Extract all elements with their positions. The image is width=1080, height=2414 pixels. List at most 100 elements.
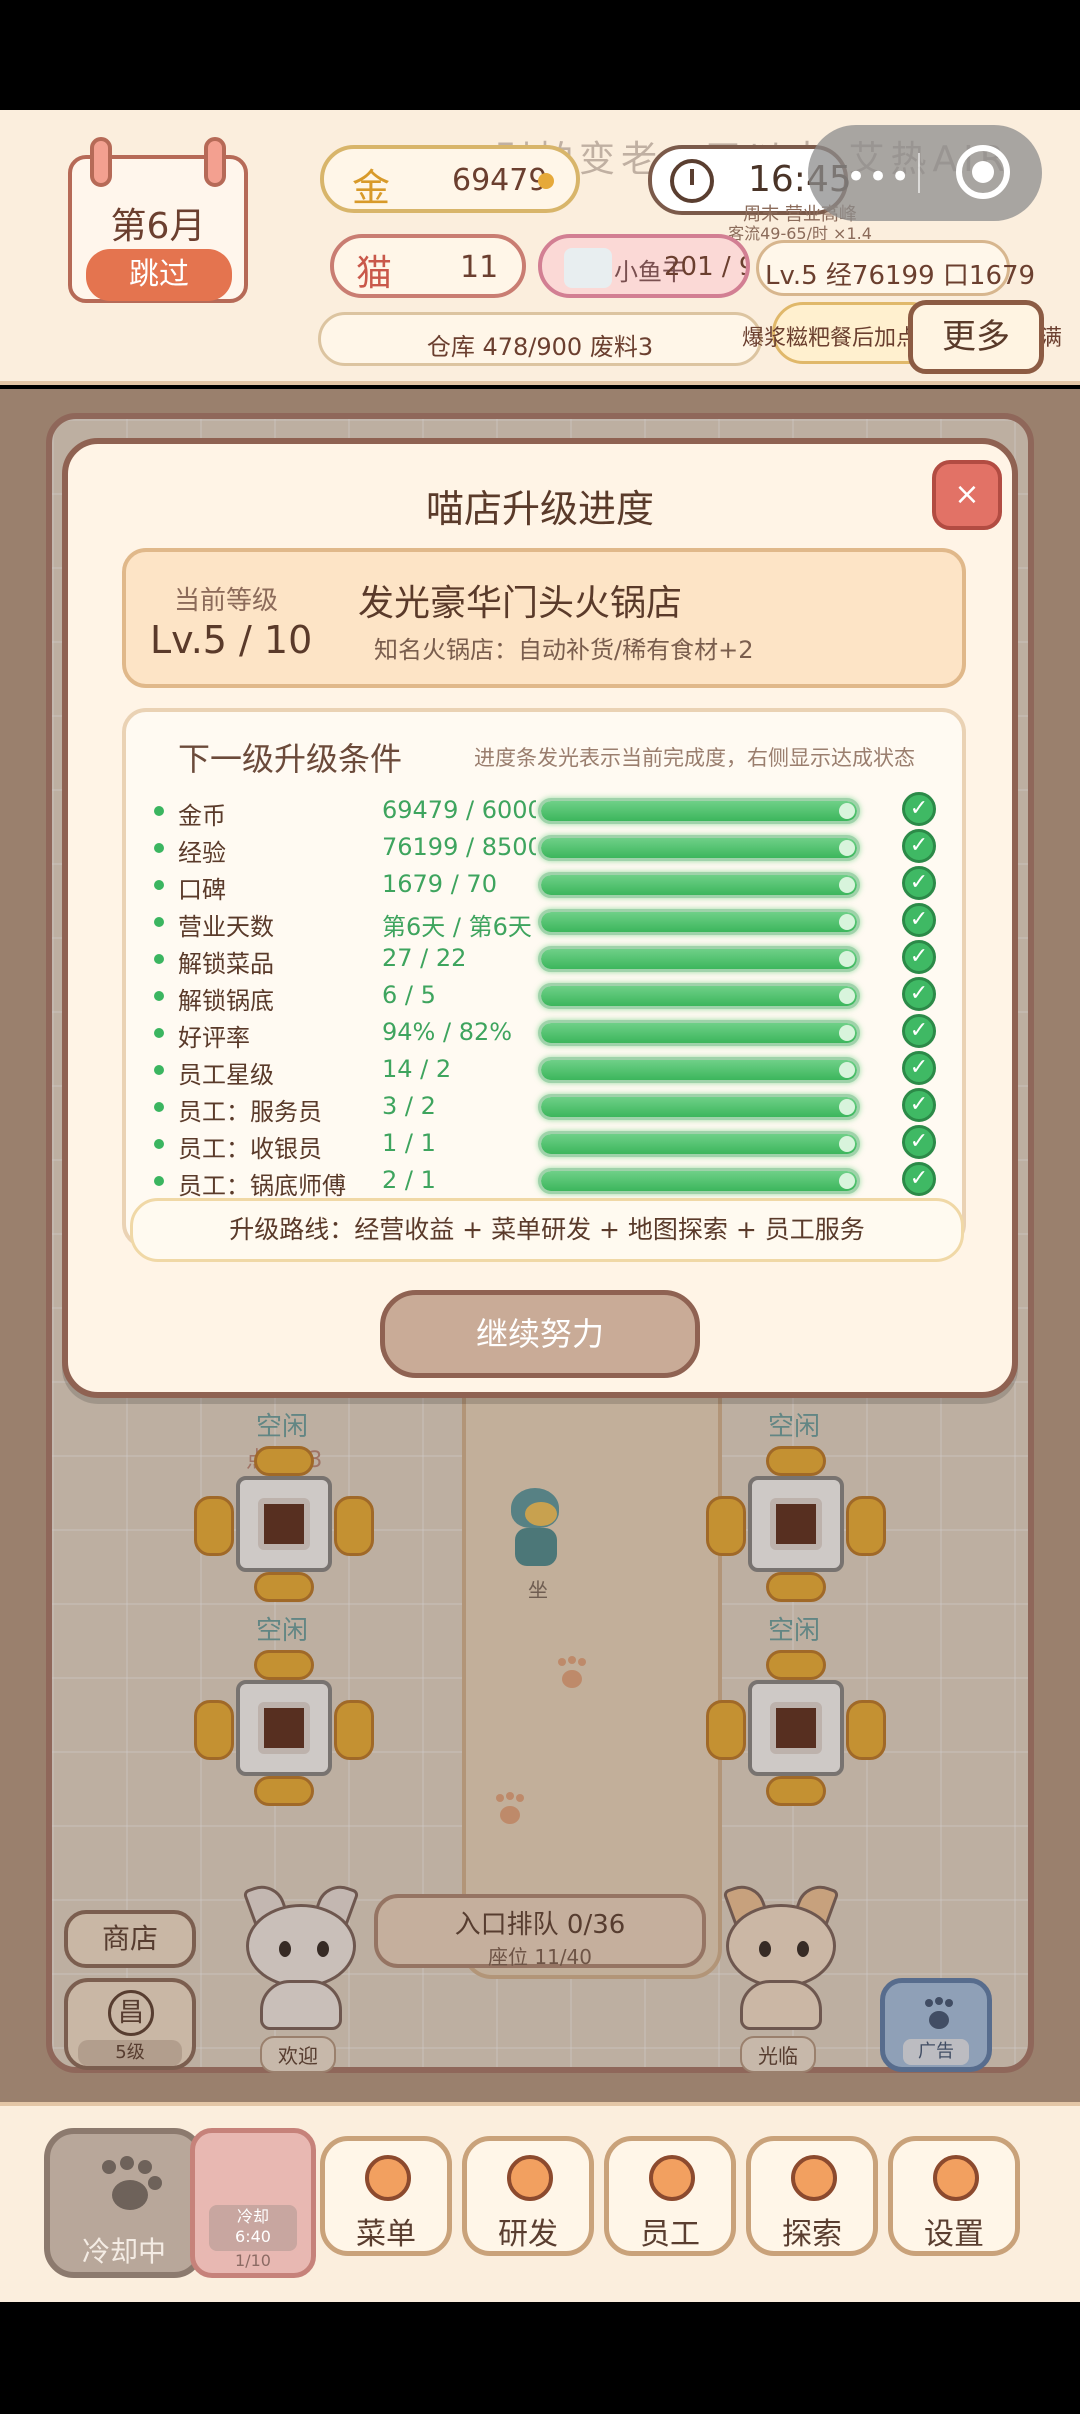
condition-value: 94% / 82% [382,1018,513,1046]
progress-knob [839,877,855,893]
level-stats: Lv.5 经76199 口1679 [756,240,1035,296]
promo-text: 爆浆糍粑餐后加点 [742,326,919,351]
progress-knob [839,1062,855,1078]
condition-progress-fill [541,1060,857,1080]
month-label: 第6月 [110,206,206,247]
condition-progress-bar [538,872,860,898]
staff-icon [649,2155,695,2201]
more-button[interactable]: 更多 [908,300,1044,374]
condition-value: 76199 / 8500 [382,833,536,861]
condition-value: 1679 / 70 [382,870,497,898]
condition-progress-bar [538,909,860,935]
cooldown-text: 冷却 [236,2207,269,2226]
storage-text: 仓库 478/900 废料3 [426,333,654,361]
bullet-icon [154,917,164,927]
nav-settings-button[interactable]: 设置 [888,2136,1020,2256]
nav-explore-button[interactable]: 探索 [746,2136,878,2256]
condition-name: 营业天数 [178,913,274,941]
condition-progress-fill [541,801,857,821]
current-level-label: 当前等级 [174,586,279,616]
upgrade-progress-modal: 喵店升级进度 × 当前等级 Lv.5 / 10 发光豪华门头火锅店 知名火锅店：… [62,438,1018,1398]
check-icon: ✓ [902,866,936,900]
close-miniapp-icon[interactable] [956,145,1010,199]
storage-bar: 仓库 478/900 废料3 [318,312,762,366]
condition-progress-bar [538,1168,860,1194]
check-icon: ✓ [902,792,936,826]
bullet-icon [154,843,164,853]
condition-value: 1 / 1 [382,1129,436,1157]
shop-description: 知名火锅店：自动补货/稀有食材+2 [374,636,754,664]
conditions-title: 下一级升级条件 [178,740,403,778]
current-level-value: Lv.5 / 10 [150,618,313,662]
check-icon: ✓ [902,1125,936,1159]
gold-value: 69479 [452,163,548,198]
condition-progress-bar [538,1020,860,1046]
cooldown-count: 1/10 [235,2251,271,2270]
level-stats-text: Lv.5 经76199 口1679 [765,261,1036,291]
nav-research-button[interactable]: 研发 [462,2136,594,2256]
condition-progress-bar [538,1094,860,1120]
cooldown-time: 6:40 [235,2227,271,2246]
nav-staff-button[interactable]: 员工 [604,2136,736,2256]
bullet-icon [154,1028,164,1038]
settings-icon [933,2155,979,2201]
fish-counter: 小鱼干 201 / 999 [538,234,750,298]
cat-cooldown-slot[interactable]: 冷却 6:40 1/10 [190,2128,316,2278]
condition-progress-fill [541,1134,857,1154]
skip-button[interactable]: 跳过 [86,249,232,301]
explore-icon [791,2155,837,2201]
shop-name: 发光豪华门头火锅店 [358,583,683,624]
condition-row: 经验 76199 / 8500 ✓ [126,829,962,867]
condition-row: 员工星级 14 / 2 ✓ [126,1051,962,1089]
conditions-list: 金币 69479 / 60000 ✓ 经验 76199 / 8500 ✓ 口碑 1679 / … [126,792,962,1237]
progress-knob [839,1099,855,1115]
progress-knob [839,914,855,930]
condition-row: 口碑 1679 / 70 ✓ [126,866,962,904]
miniapp-capsule[interactable]: ••• [808,125,1042,221]
condition-name: 解锁菜品 [178,950,274,978]
condition-progress-fill [541,1097,857,1117]
condition-progress-fill [541,1171,857,1191]
check-icon: ✓ [902,829,936,863]
condition-value: 2 / 1 [382,1166,436,1194]
condition-progress-fill [541,1023,857,1043]
close-button[interactable]: × [932,460,1002,530]
bullet-icon [154,1065,164,1075]
nav-menu-button[interactable]: 菜单 [320,2136,452,2256]
condition-value: 6 / 5 [382,981,436,1009]
nav-label: 员工 [640,2217,700,2252]
condition-row: 员工：锅底师傅 2 / 1 ✓ [126,1162,962,1200]
condition-name: 员工：服务员 [178,1098,322,1126]
condition-name: 员工：收银员 [178,1135,322,1163]
fish-value: 201 / 999 [664,252,746,282]
cat-value: 11 [460,250,499,285]
gold-label: 金 [352,166,391,210]
teapot-icon [564,248,612,288]
progress-knob [839,1025,855,1041]
more-options-icon[interactable]: ••• [846,157,912,197]
condition-value: 27 / 22 [382,944,467,972]
cooldown-button[interactable]: 冷却中 [44,2128,204,2278]
condition-row: 好评率 94% / 82% ✓ [126,1014,962,1052]
condition-row: 员工：服务员 3 / 2 ✓ [126,1088,962,1126]
month-calendar: 第6月 跳过 [68,137,248,303]
conditions-card: 下一级升级条件 进度条发光表示当前完成度，右侧显示达成状态 金币 69479 / … [122,708,966,1248]
condition-name: 解锁锅底 [178,987,274,1015]
condition-row: 员工：收银员 1 / 1 ✓ [126,1125,962,1163]
condition-name: 员工：锅底师傅 [178,1172,346,1200]
navigation-bar-area [0,2302,1080,2414]
condition-name: 员工星级 [178,1061,274,1089]
condition-row: 解锁锅底 6 / 5 ✓ [126,977,962,1015]
continue-button[interactable]: 继续努力 [380,1290,700,1378]
condition-progress-bar [538,946,860,972]
cat-label: 猫 [356,253,393,294]
condition-row: 营业天数 第6天 / 第6天 ✓ [126,903,962,941]
nav-label: 设置 [924,2217,984,2252]
nav-label: 探索 [782,2217,842,2252]
bullet-icon [154,880,164,890]
conditions-hint: 进度条发光表示当前完成度，右侧显示达成状态 [474,746,915,770]
paw-icon [98,2156,162,2216]
nav-label: 菜单 [356,2217,416,2252]
calendar-ring-icon [204,137,226,187]
clock-icon [670,159,714,203]
